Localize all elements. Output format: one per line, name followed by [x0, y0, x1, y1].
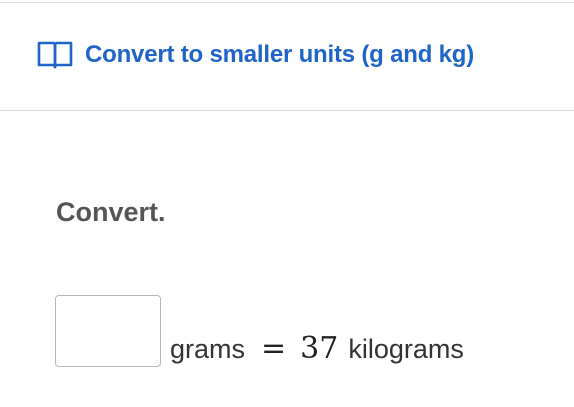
- answer-input[interactable]: [55, 295, 161, 367]
- exercise-page: Convert to smaller units (g and kg) Conv…: [0, 0, 574, 407]
- conversion-equation: grams = 37 kilograms: [55, 291, 464, 367]
- exercise-title-link[interactable]: Convert to smaller units (g and kg): [37, 40, 474, 70]
- given-value: 37: [300, 331, 339, 366]
- book-icon: [37, 41, 73, 69]
- top-divider: [0, 2, 574, 3]
- exercise-title: Convert to smaller units (g and kg): [85, 41, 475, 68]
- question-prompt: Convert.: [56, 197, 166, 227]
- equals-sign: =: [261, 331, 287, 366]
- kilograms-label: kilograms: [348, 334, 464, 364]
- grams-label: grams: [170, 334, 246, 364]
- header-divider: [0, 110, 574, 111]
